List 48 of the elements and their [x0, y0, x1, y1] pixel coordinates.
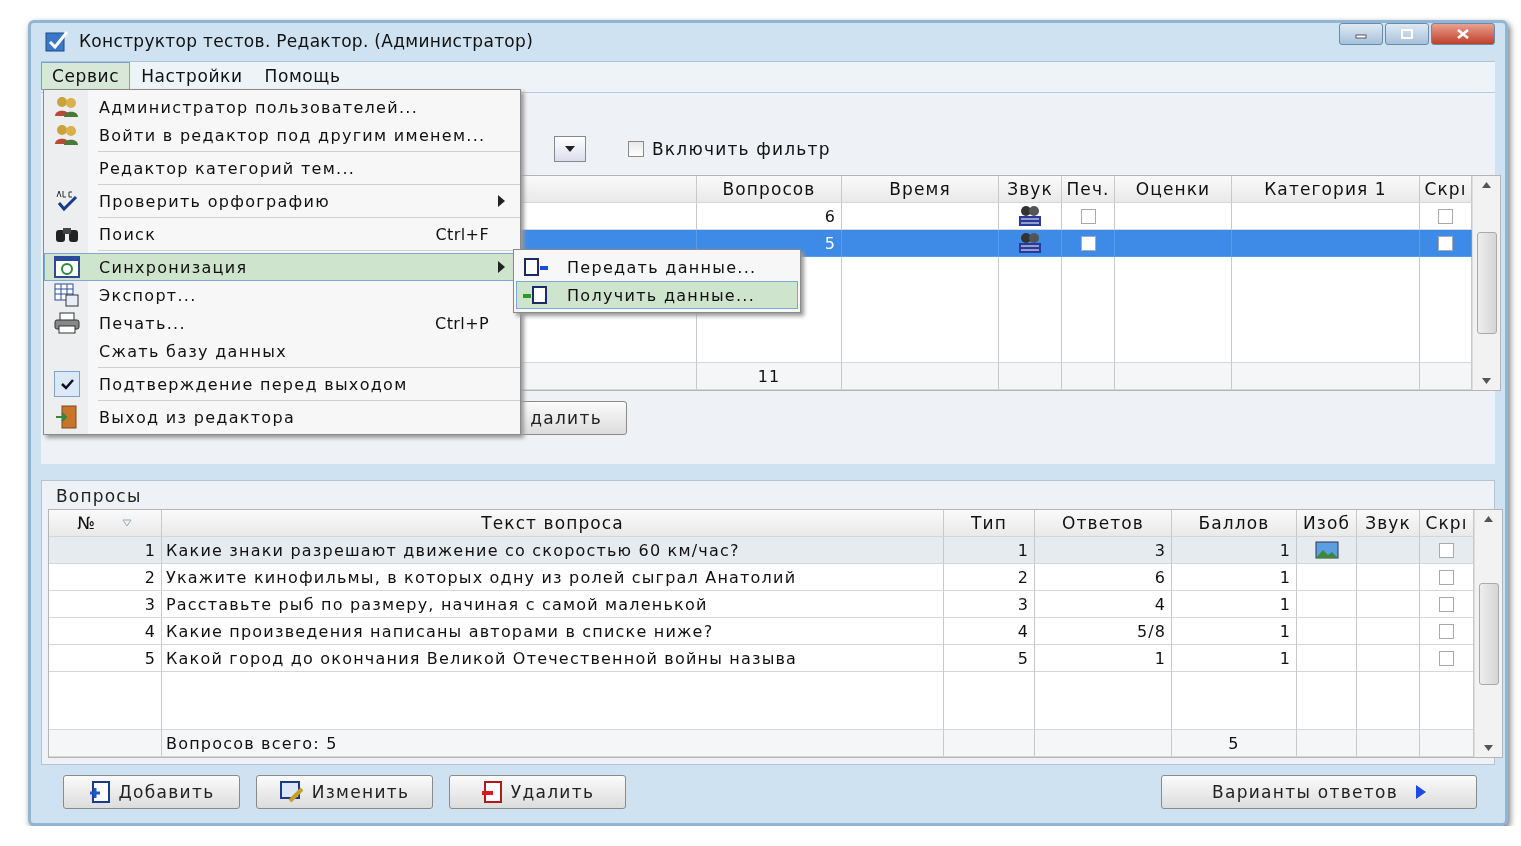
table-cell: 4 [49, 618, 162, 645]
table-cell: 1 [944, 537, 1035, 564]
column-header: Скрı [1420, 176, 1472, 203]
table-cell: 1 [1035, 645, 1172, 672]
table-cell: 3 [944, 591, 1035, 618]
table-cell: 4 [1035, 591, 1172, 618]
table-cell: 6 [1035, 564, 1172, 591]
table-cell: Какие произведения написаны авторами в списке ниже? [162, 618, 944, 645]
column-header: Изоб [1297, 510, 1357, 537]
shortcut-label: Ctrl+P [435, 313, 489, 333]
column-header: Вопросов [697, 176, 842, 203]
table-cell: Какой город до окончания Великой Отечественной войны называ [162, 645, 944, 672]
table-cell: 5/8 [1035, 618, 1172, 645]
column-header: Печ. [1062, 176, 1115, 203]
table-cell: 3 [1035, 537, 1172, 564]
window-title: Конструктор тестов. Редактор. (Администратор) [79, 31, 534, 51]
column-header: № [49, 510, 162, 537]
checkbox-label: Включить фильтр [652, 139, 831, 159]
table-cell: 1 [49, 537, 162, 564]
column-header: Текст вопроса [162, 510, 944, 537]
column-header: Баллов [1172, 510, 1297, 537]
table-cell: 1 [1172, 564, 1297, 591]
table-cell: 2 [944, 564, 1035, 591]
column-header: Время [842, 176, 999, 203]
column-header: Оценки [1115, 176, 1232, 203]
table-cell: 2 [49, 564, 162, 591]
table-cell: 6 [697, 203, 842, 230]
column-header: Звук [1357, 510, 1420, 537]
group-title: Вопросы [55, 485, 143, 508]
table-cell: 5 [944, 645, 1035, 672]
table-cell: 3 [49, 591, 162, 618]
table-cell: 1 [1172, 591, 1297, 618]
table-cell: Вопросов всего: 5 [162, 730, 944, 757]
column-header: Скрı [1420, 510, 1474, 537]
table-cell: 4 [944, 618, 1035, 645]
table-cell: 1 [1172, 618, 1297, 645]
column-header: Ответов [1035, 510, 1172, 537]
column-header: Звук [999, 176, 1062, 203]
table-cell: Укажите кинофильмы, в которых одну из ролей сыграл Анатолий [162, 564, 944, 591]
column-header: Категория 1 [1232, 176, 1420, 203]
table-cell: 11 [697, 363, 842, 390]
table-cell: 5 [1172, 730, 1297, 757]
table-cell: 5 [49, 645, 162, 672]
table-cell: 1 [1172, 537, 1297, 564]
table-cell: 1 [1172, 645, 1297, 672]
table-cell: Какие знаки разрешают движение со скоростью 60 км/час? [162, 537, 944, 564]
column-header: Тип [944, 510, 1035, 537]
table-cell: Расставьте рыб по размеру, начиная с самой маленькой [162, 591, 944, 618]
